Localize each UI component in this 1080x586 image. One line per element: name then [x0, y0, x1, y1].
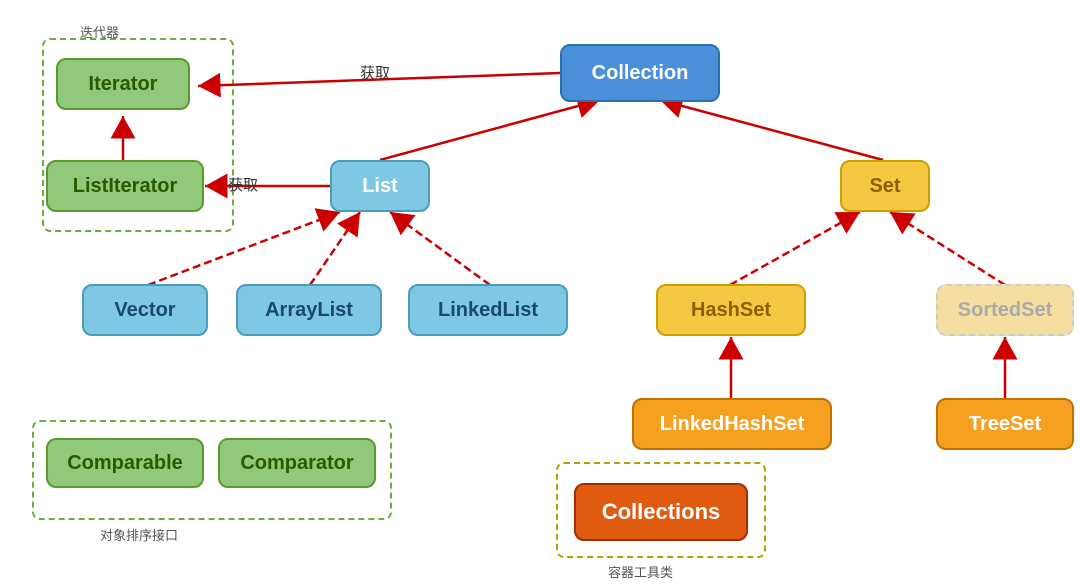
- tool-box-label: 容器工具类: [608, 562, 673, 581]
- get-listiterator-label: 获取: [228, 174, 258, 195]
- node-linkedlist: LinkedList: [408, 284, 568, 336]
- node-comparable: Comparable: [46, 438, 204, 488]
- node-treeset: TreeSet: [936, 398, 1074, 450]
- iterator-box-label: 迭代器: [80, 22, 119, 41]
- node-listiterator: ListIterator: [46, 160, 204, 212]
- node-collection: Collection: [560, 44, 720, 102]
- get-iterator-label: 获取: [360, 62, 390, 83]
- node-linkedhashset: LinkedHashSet: [632, 398, 832, 450]
- node-vector: Vector: [82, 284, 208, 336]
- node-sortedset: SortedSet: [936, 284, 1074, 336]
- node-list: List: [330, 160, 430, 212]
- node-set: Set: [840, 160, 930, 212]
- diagram: 迭代器 对象排序接口 容器工具类: [0, 0, 1080, 586]
- node-comparator: Comparator: [218, 438, 376, 488]
- node-collections: Collections: [574, 483, 748, 541]
- node-iterator: Iterator: [56, 58, 190, 110]
- node-arraylist: ArrayList: [236, 284, 382, 336]
- sorting-box-label: 对象排序接口: [100, 525, 178, 544]
- node-hashset: HashSet: [656, 284, 806, 336]
